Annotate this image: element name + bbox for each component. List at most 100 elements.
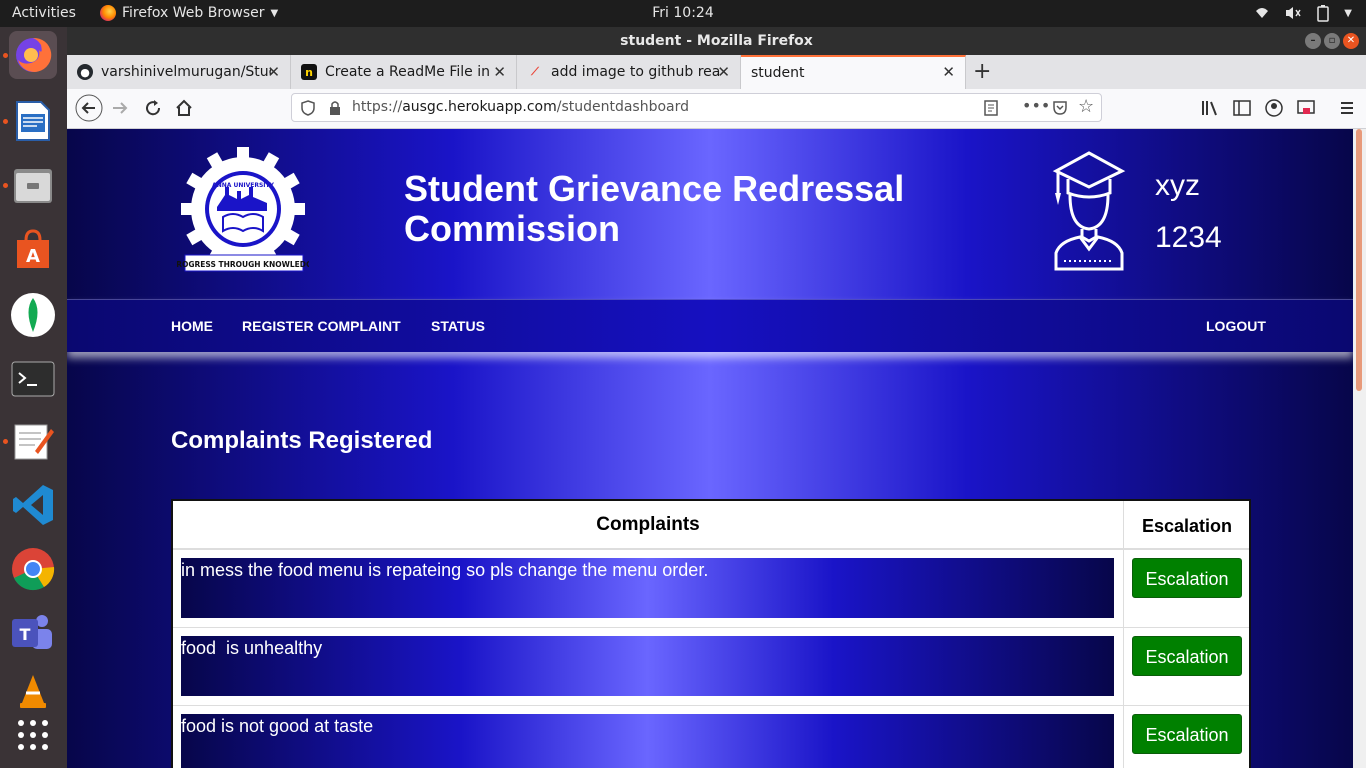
- account-icon[interactable]: [1265, 99, 1283, 117]
- nav-status[interactable]: STATUS: [431, 318, 485, 334]
- bookmark-star-icon[interactable]: ☆: [1078, 96, 1094, 117]
- dock-show-applications[interactable]: [9, 711, 57, 759]
- tab-student[interactable]: student ✕: [741, 55, 966, 89]
- dock-writer[interactable]: [9, 97, 57, 145]
- dock-files[interactable]: [9, 161, 57, 209]
- teams-icon: T: [12, 615, 52, 649]
- dock-chrome[interactable]: [9, 545, 57, 593]
- chevron-down-icon: ▼: [1344, 7, 1352, 19]
- clock[interactable]: Fri 10:24: [652, 5, 713, 21]
- tab-label: student: [751, 65, 805, 81]
- student-avatar-icon: [1052, 151, 1126, 271]
- mongodb-compass-icon: [11, 293, 55, 337]
- escalation-button[interactable]: Escalation: [1132, 714, 1242, 754]
- running-indicator: [3, 439, 8, 444]
- library-icon[interactable]: [1201, 100, 1219, 116]
- close-tab-icon[interactable]: ✕: [717, 63, 730, 81]
- tab-github-readme-search[interactable]: ⟋ add image to github read ✕: [517, 55, 741, 89]
- escalation-button[interactable]: Escalation: [1132, 636, 1242, 676]
- text-editor-icon: [14, 424, 54, 460]
- page-scrollbar[interactable]: [1353, 129, 1366, 768]
- logo-name: ANNA UNIVERSITY: [212, 182, 275, 189]
- complaint-text: food is unhealthy: [181, 636, 1114, 696]
- volume-muted-icon: [1286, 7, 1301, 19]
- back-icon[interactable]: [75, 94, 103, 122]
- column-header-complaints: Complaints: [596, 514, 700, 535]
- dock: A T: [0, 27, 67, 768]
- terminal-icon: [11, 361, 55, 397]
- escalation-button[interactable]: Escalation: [1132, 558, 1242, 598]
- table-row: in mess the food menu is repateing so pl…: [173, 550, 1249, 628]
- dock-mongodb[interactable]: [9, 291, 57, 339]
- activities-button[interactable]: Activities: [12, 5, 76, 21]
- vlc-icon: [20, 675, 46, 708]
- nav-home[interactable]: HOME: [171, 318, 213, 334]
- escalation-cell: Escalation: [1123, 706, 1250, 768]
- close-window-button[interactable]: ✕: [1343, 33, 1359, 49]
- window-titlebar: student - Mozilla Firefox – ▫ ✕: [67, 27, 1366, 55]
- lock-icon: [330, 101, 340, 115]
- screenshot-icon[interactable]: [1297, 100, 1315, 116]
- close-tab-icon[interactable]: ✕: [942, 63, 955, 81]
- system-tray[interactable]: ▼: [1254, 4, 1352, 22]
- dock-vscode[interactable]: [9, 481, 57, 529]
- forward-icon[interactable]: [111, 99, 129, 117]
- reload-icon[interactable]: [144, 99, 162, 117]
- dock-teams[interactable]: T: [9, 609, 57, 657]
- new-tab-button[interactable]: +: [973, 59, 991, 84]
- user-name: xyz: [1155, 169, 1200, 202]
- site-header: PROGRESS THROUGH KNOWLEDGE ANNA UNIVERSI…: [67, 129, 1353, 299]
- app-menu[interactable]: Firefox Web Browser ▼: [100, 5, 278, 21]
- address-bar[interactable]: https://ausgc.herokuapp.com/studentdashb…: [291, 93, 1102, 122]
- dock-software[interactable]: A: [9, 225, 57, 273]
- main-nav: HOME REGISTER COMPLAINT STATUS LOGOUT: [67, 299, 1353, 352]
- page-actions-icon[interactable]: •••: [1022, 96, 1050, 115]
- university-logo: PROGRESS THROUGH KNOWLEDGE ANNA UNIVERSI…: [177, 147, 309, 272]
- scrollbar-thumb[interactable]: [1356, 129, 1362, 391]
- files-icon: [14, 169, 52, 203]
- window-title: student - Mozilla Firefox: [620, 33, 813, 49]
- svg-text:A: A: [26, 246, 40, 267]
- table-header: Complaints Escalation: [173, 501, 1249, 550]
- url-text: https://ausgc.herokuapp.com/studentdashb…: [352, 99, 690, 115]
- tab-label: varshinivelmurugan/Stud: [101, 64, 271, 80]
- dock-vlc[interactable]: [9, 667, 57, 715]
- vscode-icon: [13, 485, 53, 525]
- dock-terminal[interactable]: [9, 355, 57, 403]
- column-header-escalation: Escalation: [1123, 501, 1250, 548]
- running-indicator: [3, 119, 8, 124]
- running-indicator: [3, 183, 8, 188]
- hamburger-menu-icon[interactable]: [1339, 100, 1355, 116]
- svg-text:T: T: [20, 625, 31, 644]
- dock-firefox[interactable]: [9, 31, 57, 79]
- nav-logout[interactable]: LOGOUT: [1206, 318, 1266, 334]
- notion-icon: n: [301, 64, 317, 80]
- reader-view-icon[interactable]: [984, 100, 998, 116]
- battery-icon: [1317, 5, 1330, 22]
- running-indicator: [3, 53, 8, 58]
- dock-text-editor[interactable]: [9, 417, 57, 465]
- table-row: food is not good at taste Escalation: [173, 706, 1249, 768]
- home-icon[interactable]: [175, 99, 193, 117]
- os-top-bar: Activities Firefox Web Browser ▼ Fri 10:…: [0, 0, 1366, 27]
- close-tab-icon[interactable]: ✕: [267, 63, 280, 81]
- escalation-cell: Escalation: [1123, 550, 1250, 627]
- minimize-button[interactable]: –: [1305, 33, 1321, 49]
- tab-label: add image to github read: [551, 64, 721, 80]
- close-tab-icon[interactable]: ✕: [493, 63, 506, 81]
- firefox-icon: [16, 37, 52, 72]
- logo-motto: PROGRESS THROUGH KNOWLEDGE: [177, 260, 309, 269]
- sidebar-icon[interactable]: [1233, 100, 1251, 116]
- software-center-icon: A: [17, 229, 49, 268]
- section-title: Complaints Registered: [171, 427, 433, 454]
- table-row: food is unhealthy Escalation: [173, 628, 1249, 706]
- github-icon: ●: [77, 64, 93, 80]
- app-menu-label: Firefox Web Browser: [122, 5, 265, 21]
- tab-readme[interactable]: n Create a ReadMe File in ✕: [291, 55, 517, 89]
- pocket-icon[interactable]: [1052, 100, 1068, 116]
- maximize-button[interactable]: ▫: [1324, 33, 1340, 49]
- google-icon: ⟋: [531, 65, 539, 78]
- nav-register-complaint[interactable]: REGISTER COMPLAINT: [242, 318, 401, 334]
- wifi-icon: [1256, 8, 1269, 18]
- tab-github[interactable]: ● varshinivelmurugan/Stud ✕: [67, 55, 291, 89]
